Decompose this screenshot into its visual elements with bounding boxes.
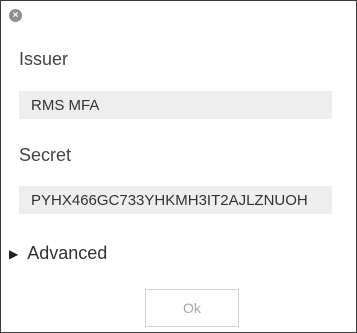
secret-label: Secret: [19, 145, 72, 165]
secret-input[interactable]: [19, 186, 332, 214]
advanced-label: Advanced: [27, 243, 108, 263]
advanced-toggle[interactable]: ▶ Advanced: [9, 243, 107, 264]
issuer-label: Issuer: [19, 49, 69, 69]
close-icon[interactable]: ×: [9, 9, 22, 22]
expand-triangle-icon: ▶: [9, 246, 19, 261]
mfa-dialog: × Issuer Secret ▶ Advanced Ok: [0, 0, 357, 333]
issuer-input[interactable]: [19, 91, 332, 119]
ok-button[interactable]: Ok: [145, 289, 239, 327]
